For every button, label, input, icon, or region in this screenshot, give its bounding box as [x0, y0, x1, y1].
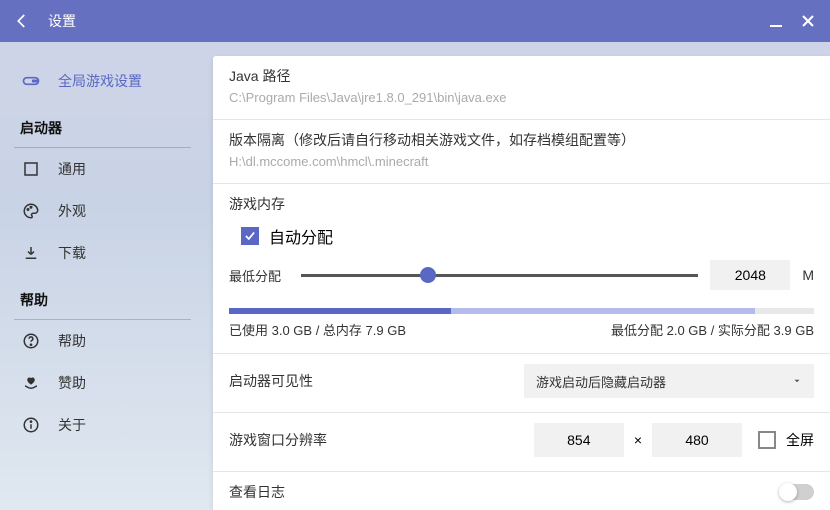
sidebar-label: 帮助 [58, 331, 86, 351]
memory-input[interactable] [710, 260, 790, 290]
title-bar: 设置 [0, 0, 830, 42]
slider-thumb[interactable] [420, 267, 436, 283]
auto-allocate-label: 自动分配 [269, 224, 333, 248]
sidebar-item-appearance[interactable]: 外观 [0, 190, 205, 232]
sidebar-item-sponsor[interactable]: 赞助 [0, 362, 205, 404]
sidebar-item-download[interactable]: 下载 [0, 232, 205, 274]
resolution-width-input[interactable] [534, 423, 624, 457]
memory-heading: 游戏内存 [229, 194, 814, 214]
resolution-separator: × [634, 432, 642, 448]
gamepad-icon [21, 71, 41, 91]
sidebar-label: 赞助 [58, 373, 86, 393]
visibility-row: 启动器可见性 游戏启动后隐藏启动器 [213, 354, 830, 413]
sidebar-label: 全局游戏设置 [58, 71, 142, 91]
isolation-row[interactable]: 版本隔离（修改后请自行移动相关游戏文件，如存档模组配置等） H:\dl.mcco… [213, 120, 830, 184]
main-panel: Java 路径 C:\Program Files\Java\jre1.8.0_2… [205, 42, 830, 510]
auto-allocate-row: 自动分配 [241, 224, 814, 248]
visibility-value: 游戏启动后隐藏启动器 [536, 372, 666, 391]
resolution-label: 游戏窗口分辨率 [229, 430, 534, 450]
square-icon [22, 160, 40, 178]
memory-stats: 已使用 3.0 GB / 总内存 7.9 GB 最低分配 2.0 GB / 实际… [229, 320, 814, 339]
minimize-icon [769, 14, 783, 28]
close-icon [801, 14, 815, 28]
auto-allocate-checkbox[interactable] [241, 227, 259, 245]
sidebar-label: 外观 [58, 201, 86, 221]
java-path-value: C:\Program Files\Java\jre1.8.0_291\bin\j… [229, 90, 814, 105]
info-icon [22, 416, 40, 434]
isolation-title: 版本隔离（修改后请自行移动相关游戏文件，如存档模组配置等） [229, 130, 814, 150]
visibility-label: 启动器可见性 [229, 371, 524, 391]
isolation-path: H:\dl.mccome.com\hmcl\.minecraft [229, 154, 814, 169]
memory-used-segment [229, 308, 451, 314]
memory-unit: M [802, 267, 814, 283]
memory-used-label: 已使用 3.0 GB / 总内存 7.9 GB [229, 320, 406, 339]
memory-usage-bar [229, 308, 814, 314]
log-label: 查看日志 [229, 482, 780, 502]
sidebar-item-help[interactable]: 帮助 [0, 320, 205, 362]
help-icon [22, 332, 40, 350]
arrow-left-icon [13, 12, 31, 30]
sidebar: 全局游戏设置 启动器 通用 外观 下载 帮助 帮助 赞助 关于 [0, 42, 205, 510]
fullscreen-checkbox[interactable] [758, 431, 776, 449]
sidebar-item-about[interactable]: 关于 [0, 404, 205, 446]
settings-card: Java 路径 C:\Program Files\Java\jre1.8.0_2… [213, 56, 830, 510]
minimize-button[interactable] [762, 7, 790, 35]
memory-section: 游戏内存 自动分配 最低分配 M [213, 184, 830, 354]
min-memory-row: 最低分配 M [229, 260, 814, 290]
content-container: 全局游戏设置 启动器 通用 外观 下载 帮助 帮助 赞助 关于 [0, 42, 830, 510]
memory-alloc-label: 最低分配 2.0 GB / 实际分配 3.9 GB [611, 320, 814, 339]
chevron-down-icon [792, 376, 802, 386]
sidebar-heading-launcher: 启动器 [0, 102, 205, 144]
log-toggle[interactable] [780, 484, 814, 500]
sidebar-label: 通用 [58, 159, 86, 179]
slider-track [301, 274, 698, 277]
resolution-row: 游戏窗口分辨率 × 全屏 [213, 413, 830, 472]
page-title: 设置 [48, 11, 758, 31]
sidebar-label: 关于 [58, 415, 86, 435]
heart-hand-icon [22, 374, 40, 392]
java-path-row[interactable]: Java 路径 C:\Program Files\Java\jre1.8.0_2… [213, 56, 830, 120]
sidebar-label: 下载 [58, 243, 86, 263]
memory-slider[interactable] [301, 265, 698, 285]
sidebar-heading-help: 帮助 [0, 274, 205, 316]
memory-alloc-segment [451, 308, 755, 314]
palette-icon [22, 202, 40, 220]
visibility-dropdown[interactable]: 游戏启动后隐藏启动器 [524, 364, 814, 398]
check-icon [243, 229, 257, 243]
sidebar-item-general[interactable]: 通用 [0, 148, 205, 190]
close-button[interactable] [794, 7, 822, 35]
resolution-height-input[interactable] [652, 423, 742, 457]
download-icon [22, 244, 40, 262]
fullscreen-label: 全屏 [786, 430, 814, 450]
back-button[interactable] [8, 7, 36, 35]
sidebar-item-global[interactable]: 全局游戏设置 [0, 60, 205, 102]
java-path-title: Java 路径 [229, 66, 814, 86]
min-memory-label: 最低分配 [229, 266, 289, 285]
log-row: 查看日志 [213, 472, 830, 510]
